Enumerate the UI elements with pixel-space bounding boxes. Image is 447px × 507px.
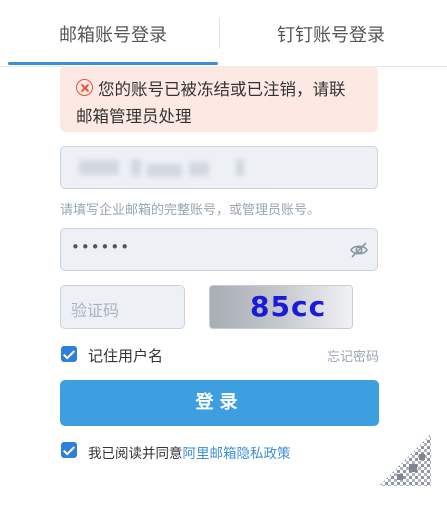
agreement-text: 我已阅读并同意阿里邮箱隐私政策 <box>88 442 291 462</box>
captcha-input[interactable]: 验证码 <box>60 285 185 329</box>
captcha-image[interactable]: 85cc <box>209 285 353 329</box>
remember-username-checkbox[interactable] <box>61 346 77 362</box>
privacy-policy-link[interactable]: 阿里邮箱隐私政策 <box>183 446 291 462</box>
error-alert: 您的账号已被冻结或已注销，请联 邮箱管理员处理 <box>60 66 378 132</box>
password-input[interactable]: •••••• <box>60 228 378 271</box>
eye-off-icon[interactable] <box>349 240 369 260</box>
qr-corner-icon[interactable] <box>379 434 431 486</box>
blurred-account-text <box>79 160 119 175</box>
login-tabs: 邮箱账号登录 钉钉账号登录 <box>0 0 447 67</box>
blurred-account-text <box>236 159 244 176</box>
account-hint: 请填写企业邮箱的完整账号，或管理员账号。 <box>60 203 321 218</box>
tab-divider <box>219 18 220 48</box>
login-button[interactable]: 登录 <box>60 380 379 426</box>
remember-username-label[interactable]: 记住用户名 <box>88 345 163 366</box>
captcha-placeholder: 验证码 <box>71 301 120 320</box>
blurred-account-text <box>131 159 141 176</box>
captcha-code: 85cc <box>250 290 327 323</box>
password-value: •••••• <box>71 238 131 256</box>
agree-privacy-checkbox[interactable] <box>61 442 77 458</box>
active-tab-indicator <box>8 62 218 65</box>
blurred-account-text <box>189 162 209 176</box>
account-input[interactable] <box>60 146 378 189</box>
agreement-prefix: 我已阅读并同意 <box>88 446 183 462</box>
tab-dingtalk-login[interactable]: 钉钉账号登录 <box>222 0 440 66</box>
blurred-account-text <box>147 164 182 177</box>
close-circle-icon <box>76 79 93 96</box>
forgot-password-link[interactable]: 忘记密码 <box>327 346 379 365</box>
alert-message-line2: 邮箱管理员处理 <box>76 107 192 126</box>
tab-mail-login[interactable]: 邮箱账号登录 <box>8 0 218 66</box>
alert-message-line1: 您的账号已被冻结或已注销，请联 <box>98 80 346 99</box>
